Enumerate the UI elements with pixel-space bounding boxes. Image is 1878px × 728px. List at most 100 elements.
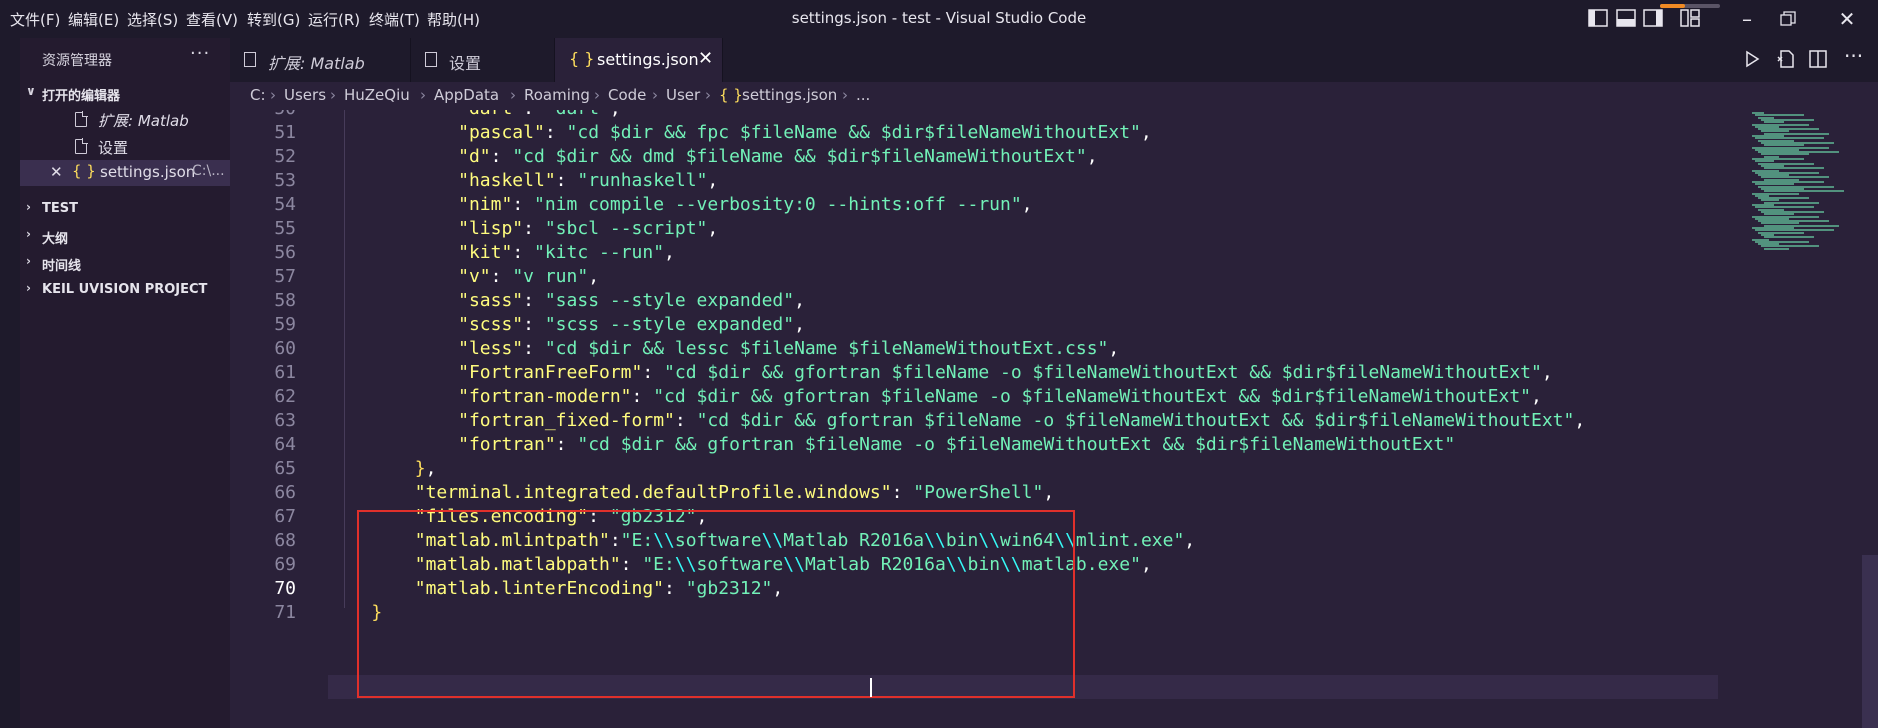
minimap[interactable] bbox=[1748, 110, 1858, 260]
open-editor-label: settings.json bbox=[100, 163, 196, 181]
line-number: 59 bbox=[274, 314, 296, 335]
close-window-button[interactable]: ✕ bbox=[1834, 6, 1860, 32]
section-test[interactable]: › TEST bbox=[20, 196, 230, 222]
breadcrumb-item[interactable]: C: bbox=[250, 86, 266, 104]
close-icon[interactable]: ✕ bbox=[50, 163, 63, 181]
chevron-right-icon: › bbox=[26, 254, 31, 268]
line-number: 54 bbox=[274, 194, 296, 215]
code-line[interactable]: "v": "v run", bbox=[328, 266, 599, 287]
line-number: 55 bbox=[274, 218, 296, 239]
code-line[interactable]: "nim": "nim compile --verbosity:0 --hint… bbox=[328, 194, 1032, 215]
line-number: 56 bbox=[274, 242, 296, 263]
chevron-right-icon: › bbox=[705, 86, 711, 104]
tab-settings[interactable]: 设置 bbox=[411, 38, 555, 82]
menu-run[interactable]: 运行(R) bbox=[308, 9, 360, 30]
open-settings-ui-icon[interactable] bbox=[1776, 49, 1796, 69]
code-line[interactable]: }, bbox=[328, 458, 437, 479]
open-editor-item-settings[interactable]: 设置 bbox=[20, 134, 230, 160]
breadcrumb-item[interactable]: ... bbox=[856, 86, 870, 104]
line-number: 67 bbox=[274, 506, 296, 527]
toggle-secondary-sidebar-icon[interactable] bbox=[1643, 9, 1663, 27]
section-label: 时间线 bbox=[42, 259, 82, 274]
annotation-highlight-box bbox=[357, 510, 1075, 698]
line-number: 71 bbox=[274, 602, 296, 623]
breadcrumb-item[interactable]: Users bbox=[284, 86, 326, 104]
menu-terminal[interactable]: 终端(T) bbox=[369, 9, 420, 30]
breadcrumb-item[interactable]: settings.json bbox=[742, 86, 837, 104]
section-keil-uvision-project[interactable]: › KEIL UVISION PROJECT bbox=[20, 277, 230, 303]
code-line[interactable]: "d": "cd $dir && dmd $fileName && $dir$f… bbox=[328, 146, 1097, 167]
chevron-down-icon: ∨ bbox=[26, 84, 36, 98]
code-line[interactable]: "less": "cd $dir && lessc $fileName $fil… bbox=[328, 338, 1119, 359]
run-icon[interactable] bbox=[1743, 50, 1761, 68]
menu-go[interactable]: 转到(G) bbox=[247, 9, 300, 30]
open-editor-item-settings-json[interactable]: ✕ { } settings.json C:\... bbox=[20, 160, 230, 186]
tab-settings-json[interactable]: { } settings.json ✕ bbox=[555, 38, 723, 82]
restore-button[interactable] bbox=[1780, 11, 1796, 27]
chevron-right-icon: › bbox=[330, 86, 336, 104]
menu-selection[interactable]: 选择(S) bbox=[127, 9, 178, 30]
open-editor-item-matlab[interactable]: 扩展: Matlab bbox=[20, 107, 230, 133]
line-number: 65 bbox=[274, 458, 296, 479]
line-number: 52 bbox=[274, 146, 296, 167]
more-actions-icon[interactable]: ··· bbox=[190, 43, 210, 64]
code-line[interactable]: "dart": "dart", bbox=[328, 110, 621, 119]
chevron-right-icon: › bbox=[652, 86, 658, 104]
breadcrumb-item[interactable]: Roaming bbox=[524, 86, 590, 104]
chevron-right-icon: › bbox=[594, 86, 600, 104]
code-line[interactable]: "terminal.integrated.defaultProfile.wind… bbox=[328, 482, 1054, 503]
code-line[interactable]: "fortran_fixed-form": "cd $dir && gfortr… bbox=[328, 410, 1585, 431]
section-label: 大纲 bbox=[42, 232, 69, 247]
toggle-primary-sidebar-icon[interactable] bbox=[1588, 9, 1608, 27]
menu-file[interactable]: 文件(F) bbox=[10, 9, 60, 30]
code-line[interactable]: "haskell": "runhaskell", bbox=[328, 170, 718, 191]
breadcrumb-item[interactable]: Code bbox=[608, 86, 646, 104]
chevron-right-icon: › bbox=[420, 86, 426, 104]
line-number: 51 bbox=[274, 122, 296, 143]
line-number: 66 bbox=[274, 482, 296, 503]
line-number: 63 bbox=[274, 410, 296, 431]
minimize-button[interactable]: – bbox=[1734, 6, 1760, 32]
code-line[interactable]: "sass": "sass --style expanded", bbox=[328, 290, 805, 311]
tab-extension-matlab[interactable]: 扩展: Matlab bbox=[230, 38, 411, 82]
code-line[interactable]: "lisp": "sbcl --script", bbox=[328, 218, 718, 239]
open-editors-header[interactable]: ∨ 打开的编辑器 bbox=[20, 80, 230, 106]
close-tab-icon[interactable]: ✕ bbox=[698, 48, 713, 69]
code-line[interactable]: "scss": "scss --style expanded", bbox=[328, 314, 805, 335]
scrollbar-thumb[interactable] bbox=[1862, 555, 1878, 728]
line-number: 50 bbox=[230, 110, 296, 119]
breadcrumb: C: › Users › HuZeQiu › AppData › Roaming… bbox=[230, 82, 1878, 110]
line-number: 58 bbox=[274, 290, 296, 311]
title-progress-track bbox=[1660, 4, 1720, 8]
breadcrumb-item[interactable]: AppData bbox=[434, 86, 499, 104]
line-number: 61 bbox=[274, 362, 296, 383]
json-braces-icon: { } bbox=[569, 49, 595, 68]
code-line[interactable]: "kit": "kitc --run", bbox=[328, 242, 675, 263]
code-line[interactable]: "fortran": "cd $dir && gfortran $fileNam… bbox=[328, 434, 1455, 455]
activity-bar bbox=[0, 38, 20, 728]
code-line[interactable]: "pascal": "cd $dir && fpc $fileName && $… bbox=[328, 122, 1152, 143]
split-editor-icon[interactable] bbox=[1809, 50, 1827, 68]
menu-help[interactable]: 帮助(H) bbox=[427, 9, 480, 30]
chevron-right-icon: › bbox=[26, 227, 31, 241]
section-timeline[interactable]: › 时间线 bbox=[20, 250, 230, 276]
code-line[interactable]: "FortranFreeForm": "cd $dir && gfortran … bbox=[328, 362, 1553, 383]
section-outline[interactable]: › 大纲 bbox=[20, 223, 230, 249]
menu-edit[interactable]: 编辑(E) bbox=[68, 9, 119, 30]
toggle-panel-icon[interactable] bbox=[1616, 9, 1636, 27]
open-editor-path: C:\... bbox=[192, 163, 225, 179]
code-editor[interactable]: 50 51 52 53 54 55 56 57 58 59 60 61 62 63 64 65 66 67 68 69… bbox=[230, 110, 1878, 728]
title-bar: 文件(F) 编辑(E) 选择(S) 查看(V) 转到(G) 运行(R) 终端(T… bbox=[0, 0, 1878, 38]
customize-layout-icon[interactable] bbox=[1680, 9, 1700, 27]
editor-tab-bar: 扩展: Matlab 设置 { } settings.json ✕ ··· bbox=[230, 38, 1878, 82]
more-actions-icon[interactable]: ··· bbox=[1844, 44, 1863, 68]
line-number: 64 bbox=[274, 434, 296, 455]
chevron-right-icon: › bbox=[26, 281, 31, 295]
explorer-title: 资源管理器 bbox=[42, 53, 112, 69]
menu-view[interactable]: 查看(V) bbox=[186, 9, 238, 30]
breadcrumb-item[interactable]: HuZeQiu bbox=[344, 86, 410, 104]
line-number: 69 bbox=[274, 554, 296, 575]
breadcrumb-item[interactable]: User bbox=[666, 86, 700, 104]
section-label: KEIL UVISION PROJECT bbox=[42, 282, 208, 297]
code-line[interactable]: "fortran-modern": "cd $dir && gfortran $… bbox=[328, 386, 1542, 407]
